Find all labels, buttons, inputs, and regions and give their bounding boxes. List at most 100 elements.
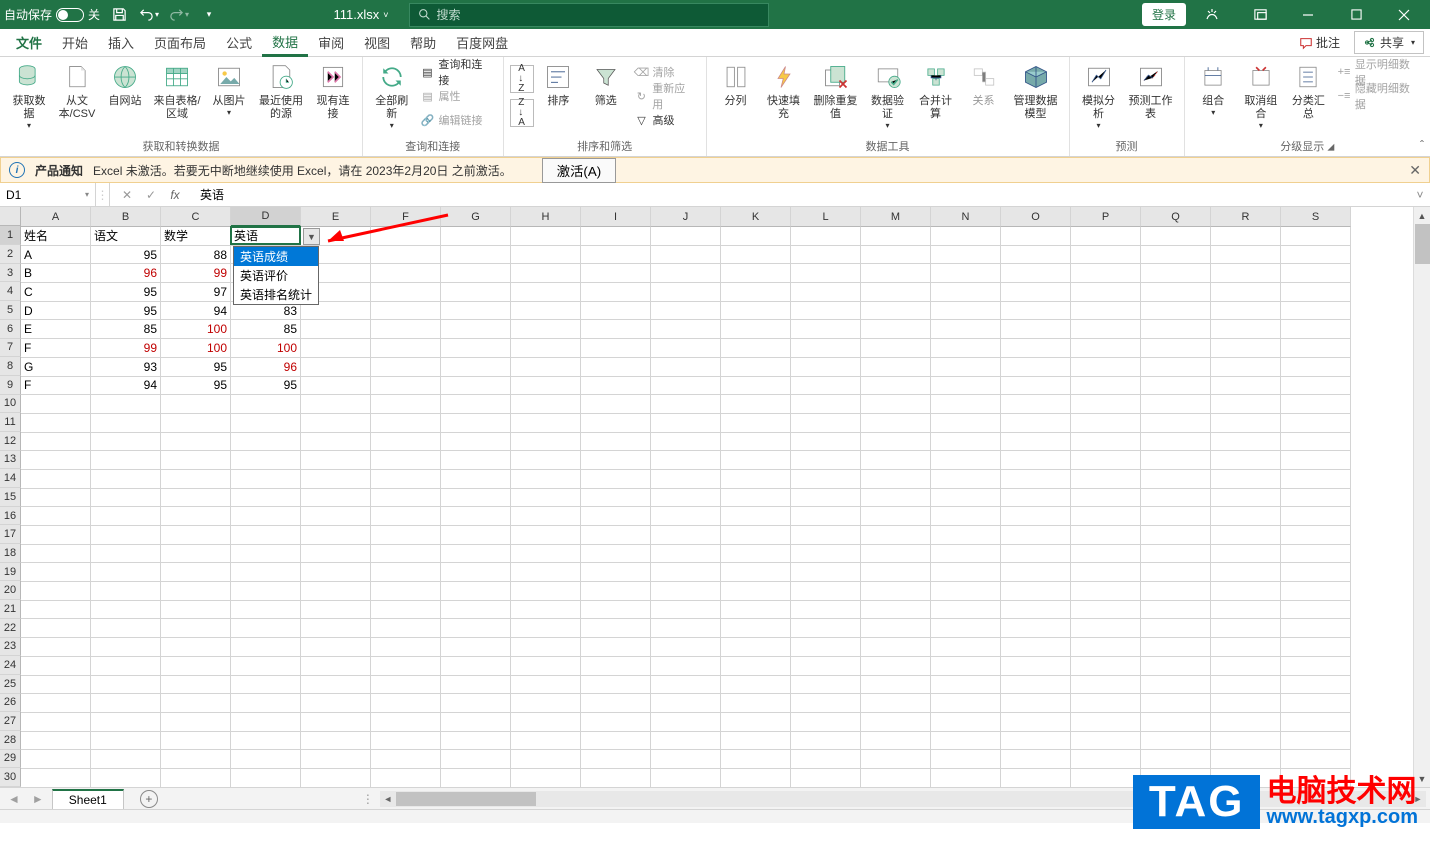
sheet-tab-1[interactable]: Sheet1 [52,789,124,809]
cell[interactable] [581,601,651,620]
row-header-9[interactable]: 9 [0,376,21,395]
insert-function-button[interactable]: fx [166,188,184,202]
cell[interactable] [21,713,91,732]
cell[interactable] [931,619,1001,638]
cell[interactable] [931,526,1001,545]
cell[interactable] [1001,470,1071,489]
cell[interactable]: 93 [91,358,161,377]
cell[interactable] [1211,377,1281,396]
cell[interactable] [1001,507,1071,526]
dropdown-item-1[interactable]: 英语评价 [234,266,318,285]
cell[interactable] [1001,395,1071,414]
cell[interactable] [1001,713,1071,732]
cell[interactable] [791,470,861,489]
cell[interactable] [441,377,511,396]
cell[interactable] [21,489,91,508]
cell[interactable] [791,451,861,470]
cell[interactable] [791,713,861,732]
cell[interactable] [1141,358,1211,377]
cell[interactable] [1211,227,1281,246]
cell[interactable] [301,339,371,358]
cell[interactable] [581,264,651,283]
cell[interactable] [581,227,651,246]
cell[interactable] [861,451,931,470]
cell[interactable] [1001,769,1071,787]
cell[interactable] [931,470,1001,489]
expand-formula-bar[interactable]: ˅ [1410,188,1430,202]
activate-button[interactable]: 激活(A) [542,158,616,183]
cell[interactable] [1211,563,1281,582]
save-button[interactable] [108,4,130,26]
cell[interactable] [651,451,721,470]
cell[interactable] [931,713,1001,732]
cell[interactable] [861,339,931,358]
cell[interactable] [371,545,441,564]
filter-button[interactable]: 筛选 [583,59,628,110]
cell[interactable] [1071,582,1141,601]
cell[interactable] [651,619,721,638]
cell[interactable] [651,657,721,676]
cell[interactable] [861,489,931,508]
cell[interactable] [1001,750,1071,769]
cell[interactable] [21,732,91,751]
row-header-2[interactable]: 2 [0,245,21,264]
cell[interactable] [721,246,791,265]
dropdown-handle[interactable]: ▼ [303,228,320,245]
vertical-scrollbar[interactable]: ▲ ▼ [1413,207,1430,787]
cell[interactable] [441,283,511,302]
cell[interactable] [1281,283,1351,302]
cell[interactable] [231,507,301,526]
from-table-button[interactable]: 来自表格/区域 [150,59,204,123]
cell[interactable] [441,264,511,283]
minimize-button[interactable] [1286,1,1330,29]
sort-asc-button[interactable]: A↓Z [510,65,534,93]
cell[interactable] [511,601,581,620]
cell[interactable] [441,414,511,433]
cell[interactable] [371,713,441,732]
cell[interactable] [1071,320,1141,339]
cell[interactable] [1141,657,1211,676]
cell[interactable] [91,750,161,769]
cell[interactable] [651,339,721,358]
cell[interactable] [1211,676,1281,695]
cell[interactable] [1281,377,1351,396]
column-header-C[interactable]: C [161,207,231,227]
cell[interactable] [721,657,791,676]
cell[interactable] [511,470,581,489]
cell[interactable] [1141,638,1211,657]
select-all-corner[interactable] [0,207,21,226]
cell[interactable]: D [21,302,91,321]
cell[interactable] [1281,732,1351,751]
cell[interactable] [91,470,161,489]
cell[interactable] [861,657,931,676]
sheet-nav-next[interactable]: ► [28,792,48,806]
cell[interactable] [1001,657,1071,676]
cell[interactable] [441,227,511,246]
cell[interactable] [511,433,581,452]
tab-help[interactable]: 帮助 [400,29,446,56]
tab-data[interactable]: 数据 [262,28,308,57]
cell[interactable] [1001,732,1071,751]
cell[interactable] [1071,507,1141,526]
cell[interactable] [651,283,721,302]
cell[interactable] [651,732,721,751]
cell[interactable] [21,414,91,433]
existing-conn-button[interactable]: 现有连接 [310,59,356,123]
cell[interactable] [371,302,441,321]
cell[interactable] [721,582,791,601]
cell[interactable] [1141,507,1211,526]
cell[interactable] [511,507,581,526]
undo-button[interactable]: ▾ [138,4,160,26]
cell[interactable] [721,451,791,470]
cell[interactable] [1141,619,1211,638]
cell[interactable] [91,769,161,787]
cell[interactable] [1211,619,1281,638]
cell[interactable] [371,283,441,302]
qat-customize[interactable]: ▾ [198,4,220,26]
cell[interactable] [931,264,1001,283]
cell[interactable] [231,395,301,414]
cell[interactable] [721,638,791,657]
cell[interactable] [1211,470,1281,489]
sort-desc-button[interactable]: Z↓A [510,99,534,127]
cell[interactable] [931,227,1001,246]
